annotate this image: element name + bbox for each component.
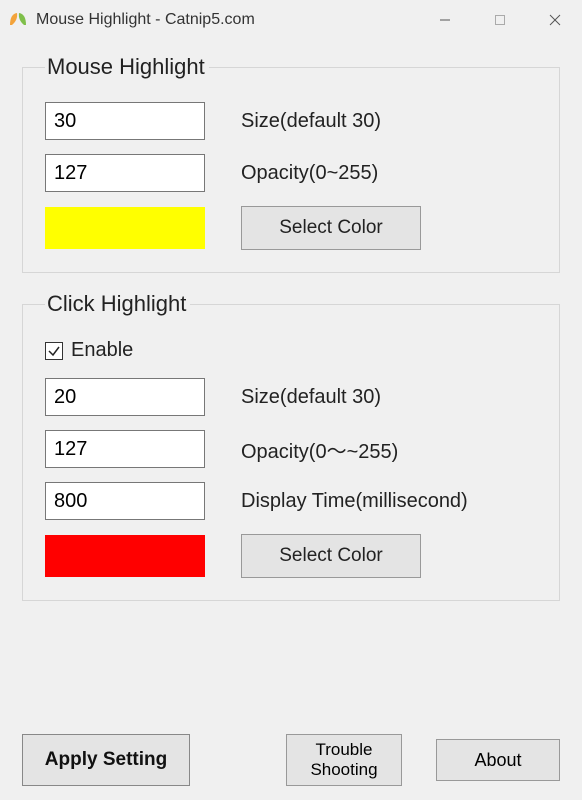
app-icon: [8, 10, 28, 30]
window-controls: [417, 0, 582, 40]
mouse-opacity-label: Opacity(0~255): [241, 162, 378, 185]
click-opacity-label: Opacity(0～~255): [241, 435, 398, 464]
enable-checkbox[interactable]: [45, 342, 63, 360]
click-size-label: Size(default 30): [241, 386, 381, 409]
click-display-time-input[interactable]: [45, 482, 205, 520]
click-highlight-group: Click Highlight Enable Size(default 30) …: [22, 291, 560, 601]
mouse-size-input[interactable]: [45, 102, 205, 140]
mouse-select-color-button[interactable]: Select Color: [241, 206, 421, 250]
mouse-color-swatch: [45, 207, 205, 249]
click-select-color-button[interactable]: Select Color: [241, 534, 421, 578]
click-opacity-input[interactable]: [45, 430, 205, 468]
trouble-shooting-button[interactable]: Trouble Shooting: [286, 734, 402, 786]
bottom-bar: Apply Setting Trouble Shooting About: [22, 730, 560, 786]
enable-label: Enable: [71, 339, 133, 362]
minimize-button[interactable]: [417, 0, 472, 40]
window: Mouse Highlight - Catnip5.com Mouse High…: [0, 0, 582, 800]
client-area: Mouse Highlight Size(default 30) Opacity…: [0, 40, 582, 800]
mouse-opacity-input[interactable]: [45, 154, 205, 192]
click-size-input[interactable]: [45, 378, 205, 416]
click-display-time-label: Display Time(millisecond): [241, 490, 468, 513]
apply-setting-button[interactable]: Apply Setting: [22, 734, 190, 786]
mouse-highlight-legend: Mouse Highlight: [45, 54, 209, 80]
about-button[interactable]: About: [436, 739, 560, 781]
check-icon: [47, 344, 61, 358]
window-title: Mouse Highlight - Catnip5.com: [36, 11, 255, 29]
mouse-size-label: Size(default 30): [241, 110, 381, 133]
close-button[interactable]: [527, 0, 582, 40]
titlebar: Mouse Highlight - Catnip5.com: [0, 0, 582, 40]
maximize-button[interactable]: [472, 0, 527, 40]
click-color-swatch: [45, 535, 205, 577]
click-highlight-legend: Click Highlight: [45, 291, 190, 317]
mouse-highlight-group: Mouse Highlight Size(default 30) Opacity…: [22, 54, 560, 273]
